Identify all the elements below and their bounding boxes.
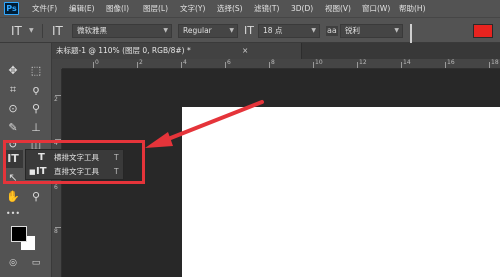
arrow-head <box>145 132 173 148</box>
arrow-shaft <box>161 100 264 143</box>
watermark-url: ZIXUE.3D66.COM <box>402 243 479 252</box>
watermark-title: 溜溜自学 <box>398 218 483 240</box>
watermark-logo-icon <box>355 214 393 252</box>
annotation-highlight-box <box>3 140 145 184</box>
